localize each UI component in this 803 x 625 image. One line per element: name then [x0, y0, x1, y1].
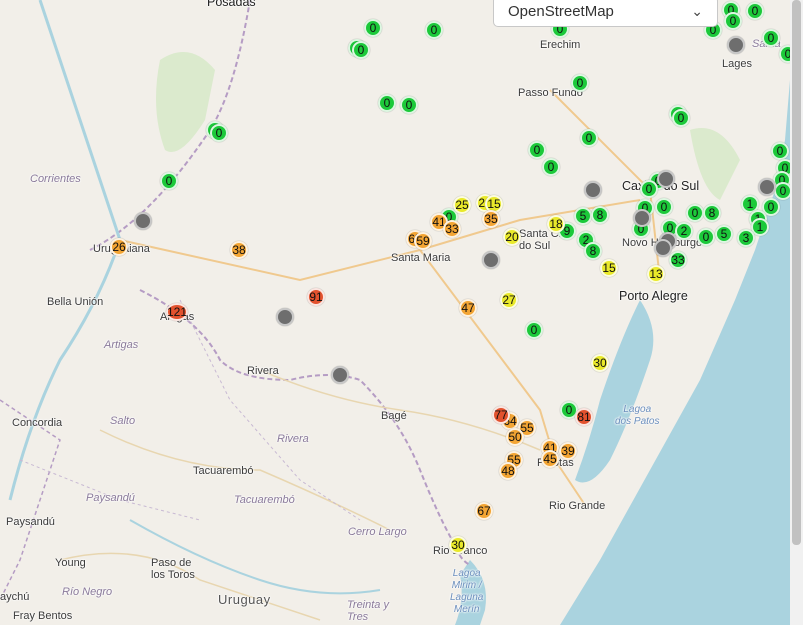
- station-marker-green[interactable]: 0: [697, 228, 715, 246]
- station-marker-red[interactable]: 91: [307, 288, 325, 306]
- place-label-porto-alegre: Porto Alegre: [619, 289, 688, 303]
- station-marker-gray[interactable]: [134, 212, 152, 230]
- station-marker-green[interactable]: 5: [715, 225, 733, 243]
- station-marker-green[interactable]: 0: [425, 21, 443, 39]
- station-marker-yellow[interactable]: 20: [503, 228, 521, 246]
- station-marker-green[interactable]: 0: [655, 198, 673, 216]
- chevron-down-icon: ⌄: [691, 3, 703, 19]
- station-marker-orange[interactable]: 48: [499, 462, 517, 480]
- station-marker-yellow[interactable]: 13: [647, 265, 665, 283]
- station-marker-green[interactable]: 3: [737, 229, 755, 247]
- station-marker-green[interactable]: 8: [591, 206, 609, 224]
- place-label-uruguay: Uruguay: [218, 592, 271, 607]
- station-marker-green[interactable]: 0: [724, 12, 742, 30]
- station-marker-green[interactable]: 0: [542, 158, 560, 176]
- station-marker-gray[interactable]: [482, 251, 500, 269]
- station-marker-yellow[interactable]: 30: [591, 354, 609, 372]
- station-marker-green[interactable]: 2: [675, 222, 693, 240]
- place-label-lagoa-mirim: Lagoa Mirim / Laguna Merín: [450, 568, 484, 615]
- station-marker-green[interactable]: 0: [580, 129, 598, 147]
- place-label-cerro-largo: Cerro Largo: [348, 526, 407, 538]
- place-label-concordia: Concordia: [12, 417, 63, 429]
- place-label-tacuarembo-dept: Tacuarembó: [234, 494, 295, 506]
- station-marker-orange[interactable]: 38: [230, 241, 248, 259]
- station-marker-green[interactable]: 33: [669, 251, 687, 269]
- basemap-layer-value: OpenStreetMap: [508, 3, 614, 20]
- station-marker-orange[interactable]: 35: [482, 210, 500, 228]
- station-marker-green[interactable]: 8: [584, 242, 602, 260]
- place-label-paso-toros: Paso de los Toros: [151, 557, 195, 581]
- place-label-paysandu-city: Paysandú: [6, 516, 55, 528]
- basemap-layer-select[interactable]: OpenStreetMap ⌄: [493, 0, 718, 27]
- place-label-erechim: Erechim: [540, 39, 581, 51]
- station-marker-green[interactable]: 0: [771, 142, 789, 160]
- station-marker-green[interactable]: 0: [672, 109, 690, 127]
- station-marker-gray[interactable]: [758, 178, 776, 196]
- station-marker-gray[interactable]: [654, 239, 672, 257]
- station-marker-green[interactable]: 0: [525, 321, 543, 339]
- page-scrollbar[interactable]: [790, 0, 803, 625]
- station-marker-green[interactable]: 0: [352, 41, 370, 59]
- station-marker-green[interactable]: 0: [779, 45, 790, 63]
- place-label-rivera-city: Rivera: [247, 365, 279, 377]
- scrollbar-thumb[interactable]: [792, 0, 801, 545]
- station-marker-orange[interactable]: 67: [475, 502, 493, 520]
- station-marker-green[interactable]: 0: [364, 19, 382, 37]
- place-label-lages: Lages: [722, 58, 752, 70]
- station-marker-orange[interactable]: 39: [559, 442, 577, 460]
- place-label-posadas: Posadas: [207, 0, 256, 9]
- station-marker-red[interactable]: 121: [166, 303, 188, 321]
- place-label-corrientes: Corrientes: [30, 173, 81, 185]
- station-marker-green[interactable]: 8: [703, 204, 721, 222]
- station-marker-gray[interactable]: [633, 209, 651, 227]
- place-label-young: Young: [55, 557, 86, 569]
- station-marker-gray[interactable]: [727, 36, 745, 54]
- station-marker-orange[interactable]: 45: [541, 450, 559, 468]
- place-label-salto: Salto: [110, 415, 136, 427]
- station-marker-green[interactable]: 0: [686, 204, 704, 222]
- station-marker-red[interactable]: 81: [575, 408, 593, 426]
- station-marker-yellow[interactable]: 27: [500, 291, 518, 309]
- station-marker-green[interactable]: 0: [160, 172, 178, 190]
- place-label-tacuarembo-city: Tacuarembó: [193, 465, 254, 477]
- station-marker-green[interactable]: 0: [528, 141, 546, 159]
- station-marker-red[interactable]: 77: [492, 406, 510, 424]
- place-label-gualeguaychu: aychú: [0, 591, 30, 603]
- station-marker-gray[interactable]: [276, 308, 294, 326]
- station-marker-green[interactable]: 0: [378, 94, 396, 112]
- place-label-treinta-tres: Treinta y Tres: [347, 599, 389, 623]
- station-marker-gray[interactable]: [657, 170, 675, 188]
- place-label-bage: Bagé: [381, 410, 407, 422]
- station-marker-yellow[interactable]: 25: [453, 196, 471, 214]
- station-marker-yellow[interactable]: 18: [547, 215, 565, 233]
- place-label-artigas-dept: Artigas: [104, 339, 139, 351]
- station-marker-orange[interactable]: 47: [459, 299, 477, 317]
- station-marker-green[interactable]: 0: [400, 96, 418, 114]
- place-label-bella-union: Bella Unión: [47, 296, 104, 308]
- station-marker-gray[interactable]: [331, 366, 349, 384]
- station-marker-yellow[interactable]: 15: [600, 259, 618, 277]
- station-marker-orange[interactable]: 33: [443, 220, 461, 238]
- place-label-rio-grande: Rio Grande: [549, 500, 606, 512]
- station-marker-green[interactable]: 0: [640, 180, 658, 198]
- station-marker-green[interactable]: 0: [762, 29, 780, 47]
- station-marker-orange[interactable]: 59: [414, 232, 432, 250]
- map-canvas[interactable]: PosadasErechimLagesSantaPasso FundoCorri…: [0, 0, 790, 625]
- place-label-fray-bentos: Fray Bentos: [13, 610, 73, 622]
- station-marker-gray[interactable]: [584, 181, 602, 199]
- station-marker-green[interactable]: 5: [574, 207, 592, 225]
- place-label-lagoa-patos: Lagoa dos Patos: [615, 404, 660, 427]
- station-marker-green[interactable]: 0: [746, 2, 764, 20]
- place-label-rio-negro: Río Negro: [62, 586, 113, 598]
- station-marker-green[interactable]: 0: [774, 182, 790, 200]
- place-label-rivera-dept: Rivera: [277, 433, 309, 445]
- station-marker-orange[interactable]: 26: [110, 238, 128, 256]
- station-marker-yellow[interactable]: 30: [449, 536, 467, 554]
- station-marker-green[interactable]: 0: [571, 74, 589, 92]
- station-marker-green[interactable]: 0: [210, 124, 228, 142]
- station-marker-orange[interactable]: 50: [506, 428, 524, 446]
- place-label-santa-maria: Santa Maria: [391, 252, 451, 264]
- place-label-paysandu-dept: Paysandú: [86, 492, 135, 504]
